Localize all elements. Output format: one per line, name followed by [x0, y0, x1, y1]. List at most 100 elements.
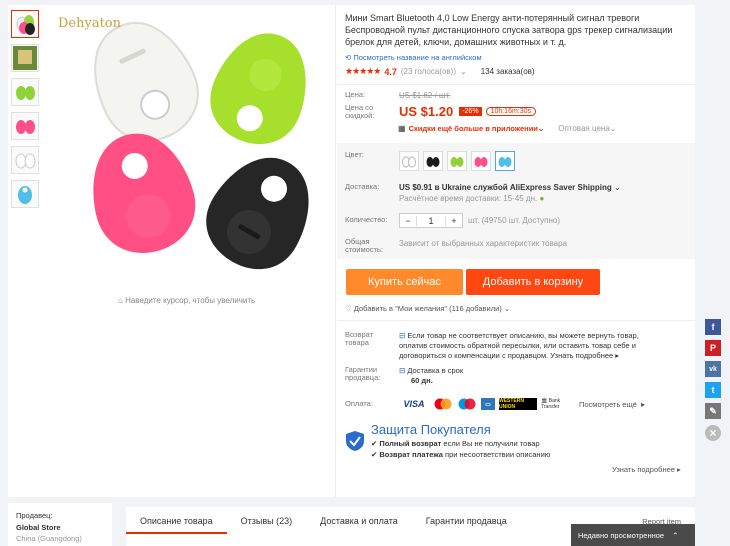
price-label: Цена:	[345, 90, 366, 99]
sale-label: Цена со скидкой:	[345, 103, 375, 120]
protection-line-2: ✔ Возврат платежа при несоответствии опи…	[371, 450, 551, 459]
total-value: Зависит от выбранных характеристик товар…	[399, 239, 567, 248]
sale-price-row: Цена со скидкой: US $1.20 -26% 10h:16m:3…	[345, 103, 537, 120]
sale-price: US $1.20	[399, 104, 454, 119]
seller-guarantee-days: 60 дн.	[411, 376, 433, 385]
buy-now-button[interactable]: Купить сейчас	[346, 269, 463, 295]
add-to-cart-button[interactable]: Добавить в корзину	[466, 269, 600, 295]
social-share-bar: f P vk t ✎ ×	[705, 319, 721, 446]
visa-logo: VISA	[403, 399, 425, 409]
seller-guarantee-row: Гарантии продавца: ⊟ Доставка в срок 60 …	[345, 366, 659, 386]
return-row: Возврат товара ⊟ Если товар не соответст…	[345, 331, 659, 361]
app-discount-link[interactable]: Скидки ещё больше в приложении	[409, 124, 538, 133]
color-swatch[interactable]	[471, 151, 491, 171]
zoom-hint: ⌂ Наведите курсор, чтобы увеличить	[118, 296, 256, 305]
chevron-down-icon[interactable]: ⌄	[610, 124, 617, 133]
thumbnail-4[interactable]	[11, 112, 39, 140]
chevron-down-icon[interactable]: ⌄	[460, 67, 467, 76]
seller-guarantee-text: Доставка в срок	[407, 366, 464, 375]
price-row: Цена: US $1.62 / шт.	[345, 90, 451, 101]
thumbnail-5[interactable]	[11, 146, 39, 174]
facebook-icon[interactable]: f	[705, 319, 721, 335]
amex-logo: ▭	[481, 398, 495, 410]
bank-transfer-logo: 🏛 Bank Transfer	[541, 398, 561, 410]
shipping-time: Расчётное время доставки: 15-45 дн.	[399, 194, 538, 203]
qr-icon: ▦	[398, 124, 406, 133]
column-divider	[335, 5, 336, 497]
shipping-row: Доставка: US $0.91 в Ukraine службой Ali…	[345, 183, 621, 204]
twitter-icon[interactable]: t	[705, 382, 721, 398]
protection-line-1: ✔ Полный возврат если Вы не получили тов…	[371, 439, 540, 448]
recently-viewed-bar[interactable]: Недавно просмотренное ⌃	[571, 524, 695, 546]
qty-stock: шт. (49750 шт. Доступно)	[468, 216, 560, 225]
thumbnail-1[interactable]	[11, 10, 39, 38]
qty-minus-button[interactable]: −	[400, 216, 416, 226]
chevron-up-icon: ⌃	[672, 530, 679, 540]
brand-watermark: Dehyaton	[58, 16, 122, 31]
votes-link[interactable]: (23 голоса(ов))	[401, 67, 456, 76]
seller-guarantee-label: Гарантии продавца:	[345, 365, 381, 382]
thumbnail-3[interactable]	[11, 78, 39, 106]
old-price: US $1.62 / шт.	[399, 91, 451, 100]
tab-description[interactable]: Описание товара	[126, 516, 227, 534]
payment-methods: VISA ▭ WESTERN UNION 🏛 Bank Transfer Пос…	[399, 398, 645, 410]
total-row: Общая стоимость: Зависит от выбранных ха…	[345, 238, 567, 254]
color-swatches	[399, 151, 515, 171]
payment-more-link[interactable]: Посмотреть ещё	[579, 400, 637, 409]
pinterest-icon[interactable]: P	[705, 340, 721, 356]
shipping-value[interactable]: US $0.91 в Ukraine службой AliExpress Sa…	[399, 183, 612, 192]
edit-icon[interactable]: ✎	[705, 403, 721, 419]
seller-name[interactable]: Global Store	[16, 523, 104, 532]
product-title: Мини Smart Bluetooth 4,0 Low Energy анти…	[345, 13, 673, 47]
payment-label: Оплата:	[345, 399, 373, 408]
payment-row: Оплата: VISA ▭ WESTERN UNION 🏛 Bank Tran…	[345, 398, 645, 410]
divider	[337, 84, 695, 85]
western-union-logo: WESTERN UNION	[499, 398, 537, 410]
return-more-link[interactable]: Узнать подробнее	[550, 351, 613, 360]
qty-plus-button[interactable]: +	[446, 216, 462, 226]
buyer-protection-title: Защита Покупателя	[371, 422, 491, 437]
discount-badge: -26%	[459, 107, 482, 116]
wishlist-link[interactable]: ♡ Добавить в "Мои желания" (116 добавили…	[345, 304, 510, 313]
color-swatch[interactable]	[447, 151, 467, 171]
rating-value: 4.7	[384, 66, 397, 77]
seller-info: Продавец: Global Store China (Guangdong)	[8, 503, 112, 546]
seller-location: China (Guangdong)	[16, 534, 82, 543]
orders-count: 134 заказа(ов)	[480, 67, 535, 76]
qty-label: Количество:	[345, 215, 388, 224]
thumbnail-list	[11, 10, 41, 214]
star-rating: ★★★★★	[345, 66, 381, 76]
chevron-down-icon[interactable]: ⌄	[538, 124, 544, 133]
tab-shipping[interactable]: Доставка и оплата	[306, 516, 412, 526]
quantity-row: Количество: − 1 + шт. (49750 шт. Доступн…	[345, 213, 560, 228]
return-label: Возврат товара	[345, 330, 374, 347]
color-row: Цвет:	[345, 151, 515, 171]
qty-input[interactable]: 1	[416, 215, 446, 226]
color-swatch[interactable]	[495, 151, 515, 171]
tab-reviews[interactable]: Отзывы (23)	[227, 516, 306, 526]
close-icon[interactable]: ×	[705, 425, 721, 441]
maestro-logo	[458, 398, 476, 410]
wholesale-link[interactable]: Оптовая цена	[558, 124, 610, 133]
protection-more-link[interactable]: Узнать подробнее ▸	[612, 465, 681, 474]
app-discount-row: ▦ Скидки ещё больше в приложении ⌄ Оптов…	[398, 124, 616, 133]
chevron-down-icon: ⌄	[503, 304, 511, 313]
color-swatch[interactable]	[399, 151, 419, 171]
translate-link[interactable]: ⟲ Посмотреть название на английском	[345, 53, 482, 62]
shield-icon	[346, 430, 364, 451]
main-product-image[interactable]	[50, 8, 330, 293]
recently-viewed-label: Недавно просмотренное	[578, 530, 665, 540]
tab-guarantees[interactable]: Гарантии продавца	[412, 516, 521, 526]
rating-row: ★★★★★ 4.7 (23 голоса(ов)) ⌄ 134 заказа(о…	[345, 66, 535, 77]
thumbnail-6[interactable]	[11, 180, 39, 208]
countdown-timer: 10h:16m:30s	[485, 107, 537, 116]
vk-icon[interactable]: vk	[705, 361, 721, 377]
thumbnail-2[interactable]	[11, 44, 39, 72]
color-swatch[interactable]	[423, 151, 443, 171]
heart-icon: ♡	[345, 304, 354, 313]
color-label: Цвет:	[345, 150, 364, 159]
chevron-down-icon[interactable]: ⌄	[614, 183, 621, 192]
buyer-protection: Защита Покупателя ✔ Полный возврат если …	[345, 422, 550, 459]
mastercard-logo	[434, 398, 452, 410]
info-icon[interactable]: ●	[539, 194, 544, 203]
